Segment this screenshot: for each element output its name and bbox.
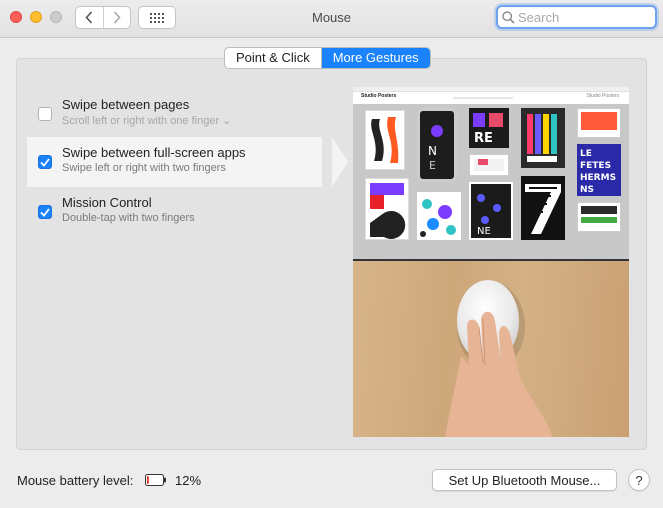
poster [365, 110, 405, 170]
mission-control-checkbox[interactable] [38, 205, 52, 219]
poster [577, 202, 621, 232]
option-title: Swipe between pages [62, 97, 190, 112]
svg-text:E: E [429, 159, 436, 172]
poster [365, 178, 409, 240]
poster: RE [469, 108, 509, 148]
mouse-and-hand-illustration [445, 280, 553, 437]
svg-text:NE: NE [477, 226, 491, 237]
svg-text:HERMS: HERMS [580, 173, 616, 183]
tab-point-and-click[interactable]: Point & Click [225, 48, 321, 68]
svg-text:LE: LE [580, 149, 592, 159]
option-mission-control[interactable]: Mission Control Double-tap with two fing… [27, 187, 322, 237]
battery-fill [147, 476, 149, 484]
settings-panel: Swipe between pages Scroll left or right… [16, 58, 647, 450]
option-swipe-between-pages[interactable]: Swipe between pages Scroll left or right… [27, 89, 322, 139]
title-bar: Mouse [0, 0, 663, 38]
swipe-pages-mode-dropdown[interactable]: Scroll left or right with one finger ⌄ [62, 114, 231, 127]
preview-site-name: Studio Posters [361, 93, 397, 99]
battery-level-label: Mouse battery level: [17, 473, 134, 488]
selection-pointer [332, 137, 348, 187]
preview-nav-dots [453, 97, 513, 99]
poster: LE FETES HERMS NS [577, 144, 621, 196]
poster [521, 176, 565, 240]
tab-more-gestures[interactable]: More Gestures [320, 48, 430, 68]
svg-text:FETES: FETES [580, 161, 611, 171]
search-input[interactable] [518, 9, 648, 25]
poster [417, 192, 461, 240]
option-subtitle: Double-tap with two fingers [62, 212, 195, 224]
search-icon [502, 10, 515, 24]
preview-site-header: Studio Posters Studio Posters [353, 92, 629, 104]
battery-percentage: 12% [175, 473, 202, 488]
preview-desk [353, 259, 629, 437]
svg-text:RE: RE [474, 131, 493, 146]
tab-bar: Point & Click More Gestures [224, 47, 431, 69]
checkmark-icon [40, 157, 50, 167]
poster: NE [469, 182, 513, 240]
swipe-apps-checkbox[interactable] [38, 155, 52, 169]
preview-site-name-right: Studio Posters [586, 93, 619, 99]
swipe-pages-checkbox[interactable] [38, 107, 52, 121]
poster: NE [417, 108, 457, 182]
option-subtitle: Swipe left or right with two fingers [62, 162, 226, 174]
poster-wall: NE RE LE FETES HERMS NS NE [353, 104, 629, 259]
svg-text:NS: NS [580, 185, 594, 195]
poster [577, 108, 621, 138]
poster [521, 108, 565, 168]
option-swipe-full-screen-apps[interactable]: Swipe between full-screen apps Swipe lef… [27, 137, 348, 187]
preview-screen: Studio Posters Studio Posters NE RE LE F… [353, 87, 629, 259]
search-field[interactable] [496, 5, 657, 29]
option-title: Swipe between full-screen apps [62, 145, 246, 160]
svg-text:N: N [428, 144, 437, 158]
option-title: Mission Control [62, 195, 152, 210]
set-up-bluetooth-mouse-button[interactable]: Set Up Bluetooth Mouse... [432, 469, 617, 491]
checkmark-icon [40, 207, 50, 217]
battery-icon [145, 474, 166, 486]
gesture-preview-video: Studio Posters Studio Posters NE RE LE F… [353, 87, 629, 437]
help-button[interactable]: ? [628, 469, 650, 491]
poster [469, 154, 509, 176]
